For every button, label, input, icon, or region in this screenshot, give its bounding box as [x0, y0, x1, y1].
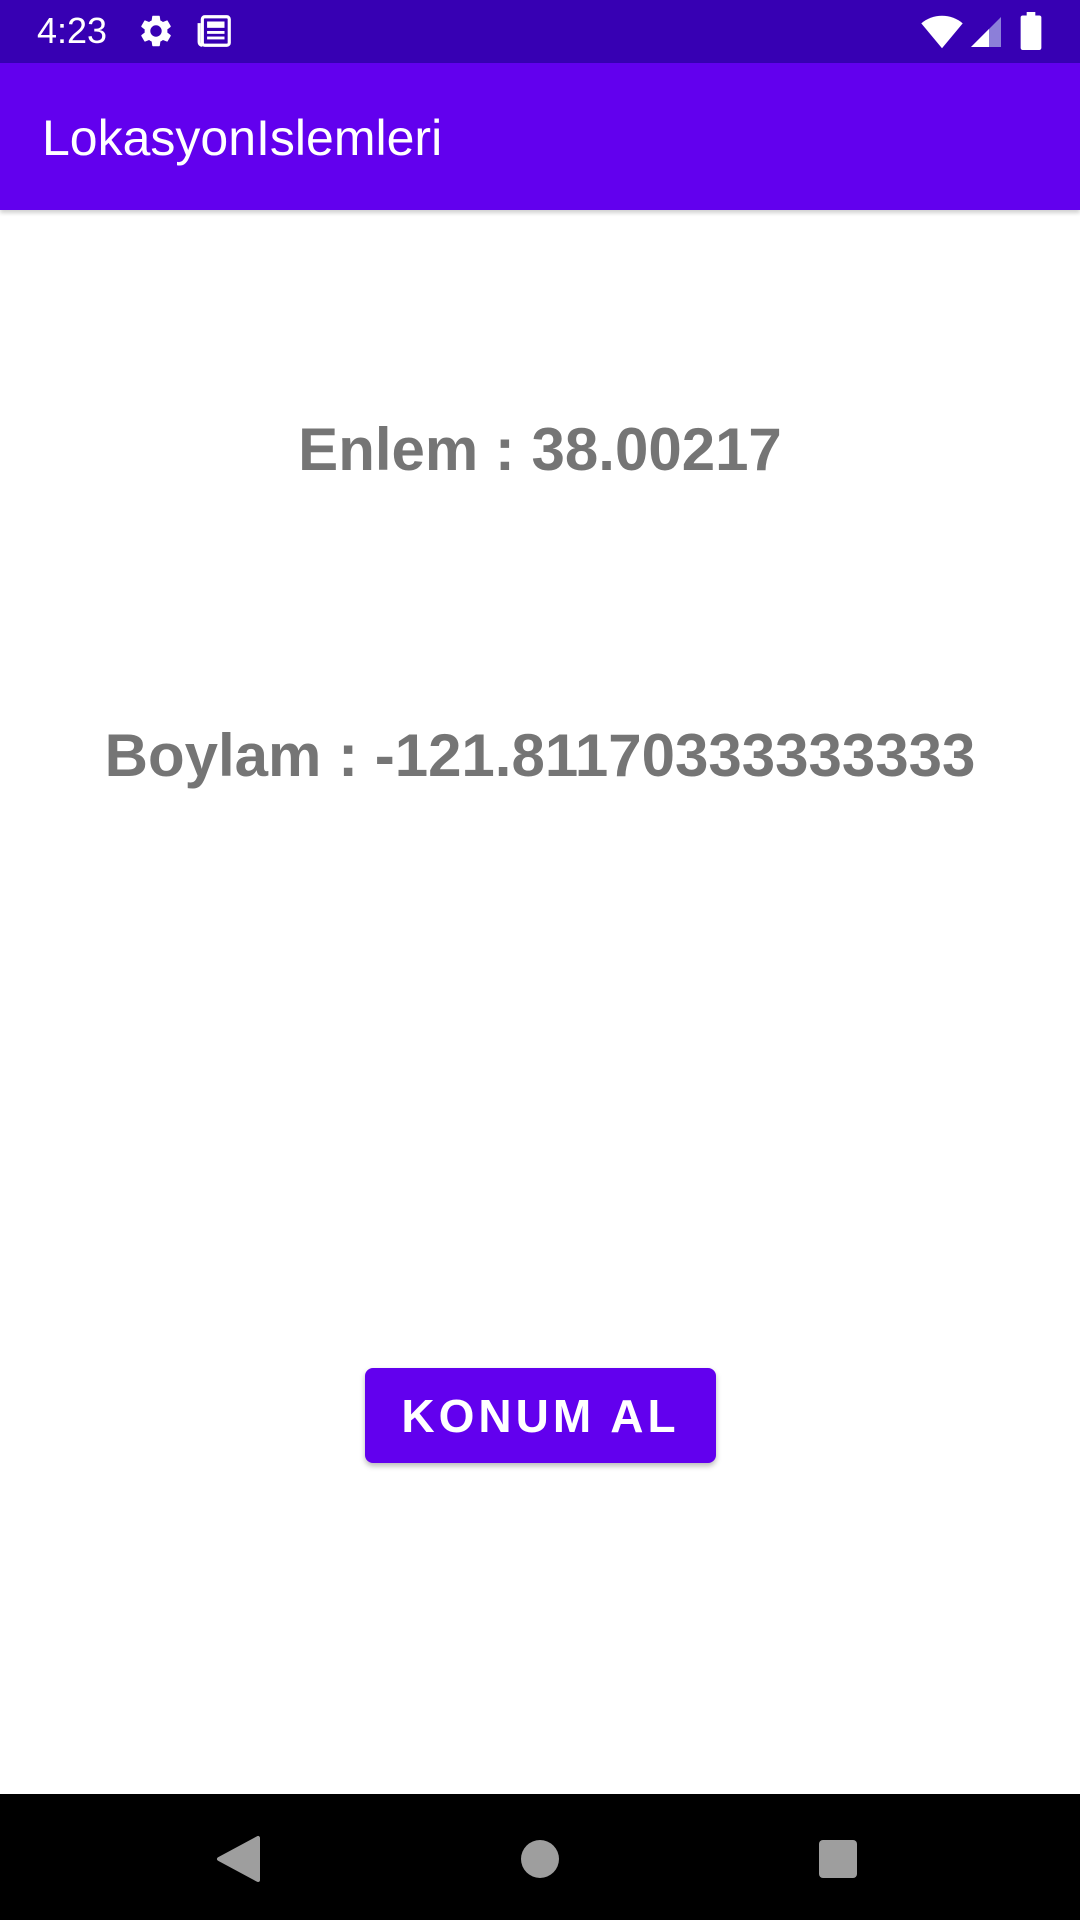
app-title: LokasyonIslemleri [42, 110, 443, 166]
latitude-text: Enlem : 38.00217 [298, 416, 782, 483]
back-icon[interactable] [203, 1824, 273, 1894]
status-time: 4:23 [37, 10, 108, 51]
battery-icon [1020, 12, 1042, 51]
get-location-button[interactable]: KONUM AL [365, 1368, 716, 1463]
status-bar: 4:23 [0, 0, 1080, 63]
home-icon[interactable] [505, 1824, 575, 1894]
gear-icon [137, 12, 175, 50]
longitude-text: Boylam : -121.81170333333333 [104, 722, 976, 789]
app-bar: LokasyonIslemleri [0, 63, 1080, 210]
wifi-icon [920, 14, 964, 50]
navigation-bar [0, 1794, 1080, 1920]
screen: 4:23 LokasyonIslemleri Enlem: 38.00217 … [0, 0, 1080, 1920]
recents-icon[interactable] [803, 1824, 873, 1894]
news-icon [196, 12, 234, 50]
signal-icon [968, 14, 1004, 50]
